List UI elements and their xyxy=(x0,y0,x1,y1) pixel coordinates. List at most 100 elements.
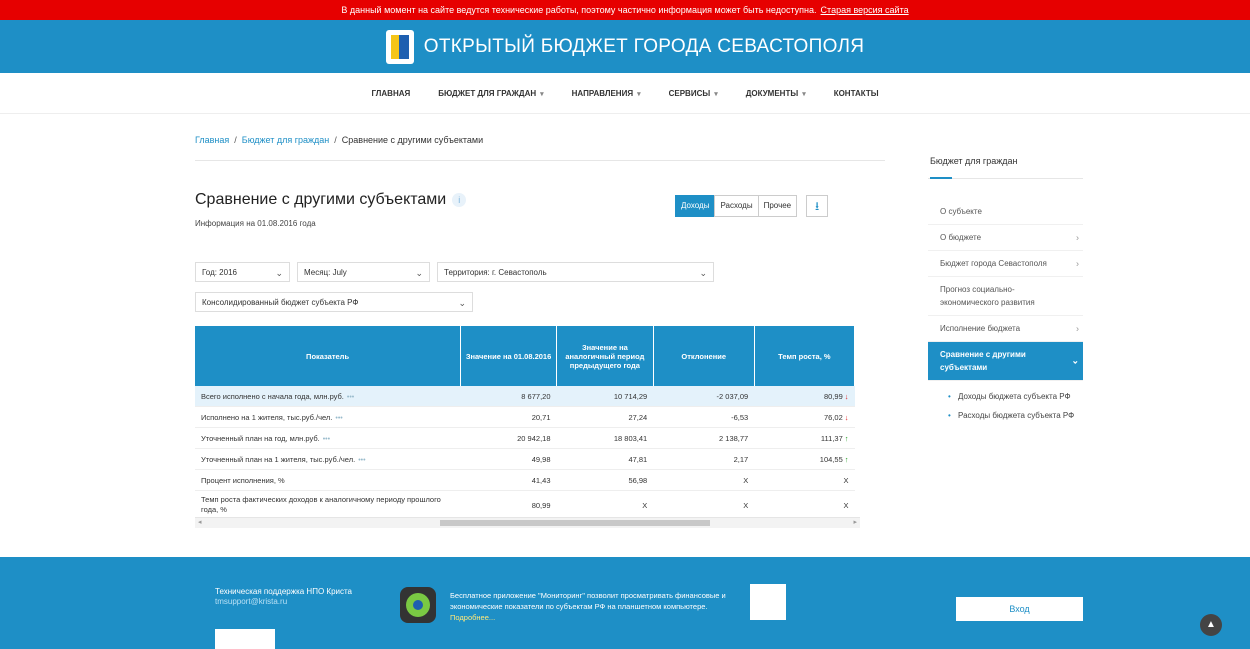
arrow-down-icon: ↓ xyxy=(844,412,849,422)
tab-expenses[interactable]: Расходы xyxy=(714,195,759,217)
chevron-right-icon: › xyxy=(1076,232,1079,242)
more-icon[interactable]: ••• xyxy=(347,394,354,401)
arrow-up-icon: ↑ xyxy=(844,454,849,464)
scroll-right-icon[interactable]: ▸ xyxy=(853,518,857,526)
sidebar-item-about-subject[interactable]: О субъекте xyxy=(928,199,1083,225)
budget-select[interactable]: Консолидированный бюджет субъекта РФ ⌄ xyxy=(195,292,473,312)
column-header[interactable]: Отклонение xyxy=(653,326,755,386)
partner-badge xyxy=(215,629,275,649)
cell-value: X xyxy=(754,490,855,520)
cell-value: 80,99 ↓ xyxy=(754,386,855,407)
chevron-right-icon: › xyxy=(1076,323,1079,333)
info-icon[interactable]: i xyxy=(452,192,467,207)
chevron-down-icon: ⌄ xyxy=(699,268,707,278)
column-header[interactable]: Значение на 01.08.2016 xyxy=(460,326,557,386)
sidebar-title: Бюджет для граждан xyxy=(928,156,1083,179)
breadcrumb-home[interactable]: Главная xyxy=(195,135,229,145)
chevron-down-icon: ⌄ xyxy=(458,298,466,308)
tab-other[interactable]: Прочее xyxy=(757,195,798,217)
cell-value: X xyxy=(653,469,755,491)
territory-select[interactable]: Территория: г. Севастополь ⌄ xyxy=(437,262,714,282)
cell-value: 41,43 xyxy=(460,469,557,491)
old-version-link[interactable]: Старая версия сайта xyxy=(821,5,909,15)
column-header[interactable]: Значение на аналогичный период предыдуще… xyxy=(556,326,654,386)
row-label: Процент исполнения, % xyxy=(195,469,461,491)
breadcrumb: Главная / Бюджет для граждан / Сравнение с д… xyxy=(195,135,484,145)
site-title[interactable]: ОТКРЫТЫЙ БЮДЖЕТ ГОРОДА СЕВАСТОПОЛЯ xyxy=(424,36,864,58)
cell-value: 10 714,29 xyxy=(556,386,654,407)
cell-value: 56,98 xyxy=(556,469,654,491)
comparison-table-wrapper: Показатель Значение на 01.08.2016 Значен… xyxy=(195,326,860,529)
support-email-link[interactable]: tmsupport@krista.ru xyxy=(215,597,352,607)
cell-value: 20 942,18 xyxy=(460,427,557,449)
sidebar-item-about-budget[interactable]: О бюджете › xyxy=(928,225,1083,251)
table-row[interactable]: Уточненный план на 1 жителя, тыс.руб./че… xyxy=(195,448,855,470)
sidebar-item-city-budget[interactable]: Бюджет города Севастополя › xyxy=(928,251,1083,277)
table-row[interactable]: Уточненный план на год, млн.руб. ••• 20 9… xyxy=(195,427,855,449)
category-tabs: Доходы Расходы Прочее ⭳ xyxy=(675,195,829,217)
more-icon[interactable]: ••• xyxy=(323,436,330,443)
coat-of-arms-logo[interactable] xyxy=(385,29,414,64)
cell-value: 2 138,77 xyxy=(653,427,755,449)
qr-code-icon xyxy=(750,584,786,620)
nav-item-budget-for-citizens[interactable]: БЮДЖЕТ ДЛЯ ГРАЖДАН ▾ xyxy=(438,89,543,98)
site-header: ОТКРЫТЫЙ БЮДЖЕТ ГОРОДА СЕВАСТОПОЛЯ xyxy=(0,20,1250,73)
scroll-to-top-icon[interactable]: ▲ xyxy=(1200,614,1222,636)
chevron-down-icon: ⌄ xyxy=(415,268,423,278)
arrow-down-icon: ↓ xyxy=(844,391,849,401)
sidebar: Бюджет для граждан О субъекте О бюджете ›… xyxy=(928,156,1083,425)
cell-value: -2 037,09 xyxy=(653,386,755,407)
sidebar-item-budget-execution[interactable]: Исполнение бюджета › xyxy=(928,316,1083,342)
cell-value: 47,81 xyxy=(556,448,654,470)
more-icon[interactable]: ••• xyxy=(358,457,365,464)
download-icon[interactable]: ⭳ xyxy=(806,195,829,217)
cell-value: 49,98 xyxy=(460,448,557,470)
nav-item-contacts[interactable]: КОНТАКТЫ xyxy=(834,89,879,98)
sidebar-subitem-revenues[interactable]: Доходы бюджета субъекта РФ xyxy=(928,387,1083,406)
row-label: Уточненный план на год, млн.руб. ••• xyxy=(195,427,461,449)
table-row[interactable]: Процент исполнения, % 41,43 56,98 X X xyxy=(195,469,855,491)
caret-down-icon: ▾ xyxy=(637,90,641,98)
table-horizontal-scrollbar[interactable]: ◂ ▸ xyxy=(195,517,860,528)
cell-value: 2,17 xyxy=(653,448,755,470)
sidebar-item-comparison[interactable]: Сравнение с другими субъектами ⌄ xyxy=(928,342,1083,381)
table-row[interactable]: Исполнено на 1 жителя, тыс.руб./чел. ••• … xyxy=(195,406,855,428)
more-icon[interactable]: ••• xyxy=(335,415,342,422)
cell-value: 8 677,20 xyxy=(460,386,557,407)
breadcrumb-current: Сравнение с другими субъектами xyxy=(341,135,484,145)
app-description: Бесплатное приложение "Мониторинг" позво… xyxy=(450,591,726,622)
chevron-down-icon: ⌄ xyxy=(275,268,283,278)
year-select[interactable]: Год: 2016 ⌄ xyxy=(195,262,290,282)
login-button[interactable]: Вход xyxy=(956,597,1083,621)
sidebar-item-forecast[interactable]: Прогноз социально-экономического развити… xyxy=(928,277,1083,316)
month-select[interactable]: Месяц: July ⌄ xyxy=(297,262,430,282)
table-header-row: Показатель Значение на 01.08.2016 Значен… xyxy=(195,326,856,386)
scroll-left-icon[interactable]: ◂ xyxy=(198,518,202,526)
cell-value: 76,02 ↓ xyxy=(754,406,855,428)
arrow-up-icon: ↑ xyxy=(844,433,849,443)
table-row[interactable]: Всего исполнено с начала года, млн.руб. •… xyxy=(195,386,855,407)
info-date: Информация на 01.08.2016 года xyxy=(195,219,316,228)
chevron-right-icon: › xyxy=(1076,258,1079,268)
monitoring-app-icon[interactable] xyxy=(400,587,436,623)
nav-item-directions[interactable]: НАПРАВЛЕНИЯ ▾ xyxy=(572,89,641,98)
tab-revenues[interactable]: Доходы xyxy=(675,195,716,217)
caret-down-icon: ▾ xyxy=(540,90,544,98)
cell-value: 80,99 xyxy=(460,490,557,520)
more-link[interactable]: Подробнее... xyxy=(450,613,495,622)
scrollbar-thumb[interactable] xyxy=(440,520,710,526)
column-header[interactable]: Показатель xyxy=(195,326,462,386)
column-header[interactable]: Темп роста, % xyxy=(754,326,856,386)
divider xyxy=(195,160,885,161)
nav-item-documents[interactable]: ДОКУМЕНТЫ ▾ xyxy=(746,89,806,98)
table-row[interactable]: Темп роста фактических доходов к аналоги… xyxy=(195,490,855,520)
comparison-table: Показатель Значение на 01.08.2016 Значен… xyxy=(195,326,856,520)
cell-value: X xyxy=(754,469,855,491)
cell-value: 111,37 ↑ xyxy=(754,427,855,449)
nav-item-home[interactable]: ГЛАВНАЯ xyxy=(371,89,410,98)
chevron-down-icon: ⌄ xyxy=(1071,355,1079,366)
sidebar-subitem-expenses[interactable]: Расходы бюджета субъекта РФ xyxy=(928,406,1083,425)
nav-item-services[interactable]: СЕРВИСЫ ▾ xyxy=(669,89,718,98)
breadcrumb-budget-for-citizens[interactable]: Бюджет для граждан xyxy=(242,135,329,145)
page-title: Сравнение с другими субъектами i xyxy=(195,191,467,209)
